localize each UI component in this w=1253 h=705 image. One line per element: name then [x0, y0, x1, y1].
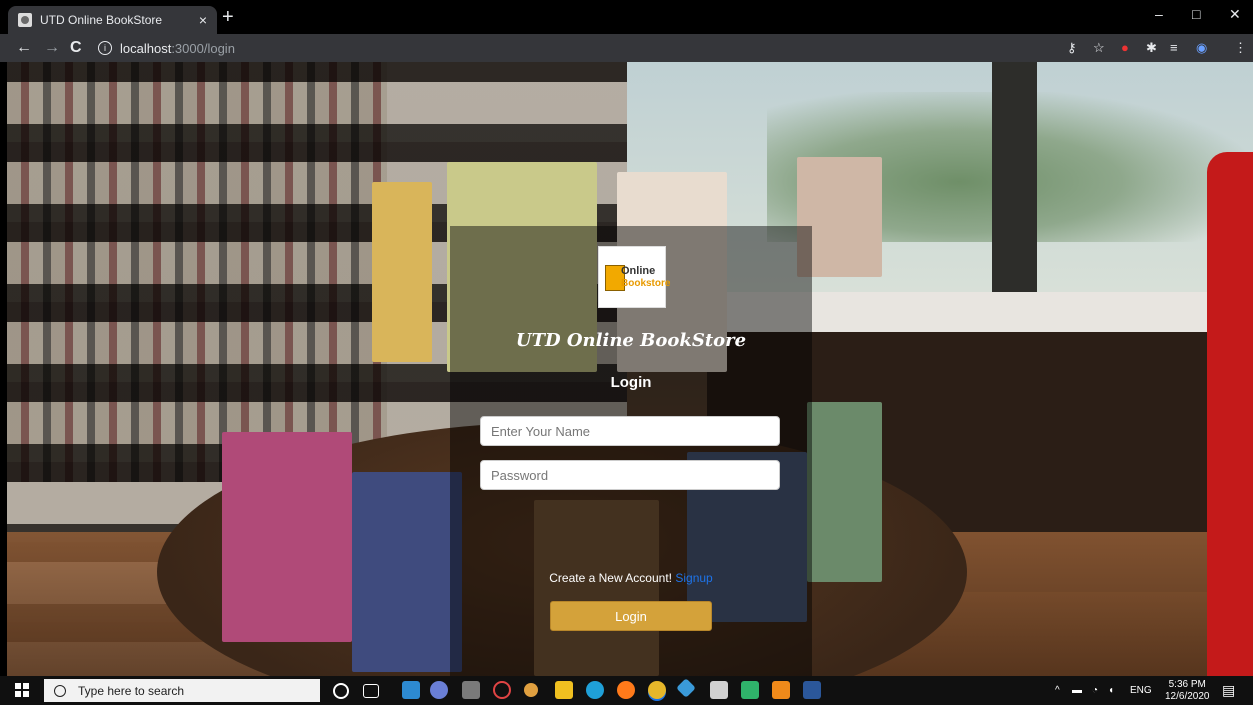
url-host: localhost [120, 40, 172, 56]
mail-icon[interactable] [402, 681, 420, 699]
page-viewport: Online Bookstore UTD Online BookStore Lo… [7, 62, 1253, 676]
minimize-icon[interactable]: – [1155, 6, 1163, 22]
tab-close-icon[interactable]: × [199, 12, 207, 28]
taskbar-clock[interactable]: 5:36 PM 12/6/2020 [1165, 679, 1210, 703]
cortana-icon[interactable] [333, 683, 349, 699]
reading-list-icon[interactable]: ≡ [1170, 40, 1178, 56]
edge-icon[interactable] [586, 681, 604, 699]
reload-icon[interactable]: C [70, 38, 82, 58]
chrome-icon[interactable] [648, 681, 666, 699]
tray-chevron-icon[interactable]: ^ [1055, 685, 1060, 696]
browser-tab-bar: UTD Online BookStore × + – □ ✕ [0, 0, 1253, 34]
login-button[interactable]: Login [550, 601, 712, 631]
extension-shield-icon[interactable]: ● [1121, 40, 1129, 56]
maximize-icon[interactable]: □ [1192, 6, 1200, 22]
file-explorer-icon[interactable] [555, 681, 573, 699]
display-book [372, 182, 432, 362]
signup-link[interactable]: Signup [675, 571, 712, 585]
background-person [1207, 152, 1253, 676]
clock-date: 12/6/2020 [1165, 691, 1210, 702]
notifications-icon[interactable]: ▤ [1222, 682, 1235, 699]
wifi-icon[interactable]: ◔ [1092, 685, 1098, 696]
taskbar-search-box[interactable]: Type here to search [44, 679, 320, 702]
menu-kebab-icon[interactable]: ⋮ [1234, 40, 1247, 56]
battery-icon[interactable]: ▬ [1072, 685, 1082, 696]
back-icon[interactable]: ← [16, 38, 32, 58]
tool-app-icon[interactable] [524, 683, 538, 697]
windows-start-icon[interactable] [15, 683, 29, 697]
vscode-icon[interactable] [676, 678, 696, 698]
word-icon[interactable] [803, 681, 821, 699]
name-input[interactable] [480, 416, 780, 446]
new-tab-icon[interactable]: + [222, 6, 234, 28]
site-info-icon[interactable]: i [98, 41, 112, 55]
brand-title: UTD Online BookStore [515, 330, 747, 351]
browser-toolbar: ← → C i localhost:3000/login [0, 34, 1253, 62]
clock-time: 5:36 PM [1168, 679, 1206, 690]
signup-prompt: Create a New Account! Signup [450, 571, 812, 585]
web-app-icon[interactable] [493, 681, 511, 699]
address-bar[interactable]: i localhost:3000/login [92, 37, 1052, 59]
forward-icon[interactable]: → [44, 38, 60, 58]
volume-icon[interactable]: ◖ [1108, 685, 1114, 696]
taskbar-search-placeholder: Type here to search [78, 683, 185, 698]
green-app-icon[interactable] [741, 681, 759, 699]
r-app-icon[interactable] [430, 681, 448, 699]
site-favicon-icon [18, 13, 32, 27]
key-icon[interactable]: ⚷ [1067, 40, 1077, 56]
url-path: :3000/login [171, 40, 235, 56]
browser-tab[interactable]: UTD Online BookStore × [8, 6, 217, 34]
tab-title: UTD Online BookStore [40, 13, 163, 27]
task-view-icon[interactable] [363, 684, 379, 698]
logo-text-line2: Bookstore [621, 278, 671, 289]
signup-prompt-text: Create a New Account! [549, 571, 672, 585]
logo-text-line1: Online [621, 265, 656, 277]
language-indicator[interactable]: ENG [1130, 685, 1152, 696]
window-close-icon[interactable]: ✕ [1229, 6, 1241, 23]
profile-avatar-icon[interactable]: ◉ [1196, 40, 1207, 56]
password-input[interactable] [480, 460, 780, 490]
background-books [7, 62, 387, 482]
sublime-icon[interactable] [772, 681, 790, 699]
bookmark-star-icon[interactable]: ☆ [1093, 40, 1105, 56]
bookstore-logo: Online Bookstore [598, 246, 670, 308]
background-pillar [992, 62, 1037, 302]
login-panel: Online Bookstore UTD Online BookStore Lo… [450, 226, 812, 676]
windows-taskbar: Type here to search ^ ▬ ◔ ◖ ENG 5:36 PM … [0, 676, 1253, 705]
display-book [352, 472, 462, 672]
keyboard-app-icon[interactable] [462, 681, 480, 699]
display-book [222, 432, 352, 642]
display-book [807, 402, 882, 582]
extensions-puzzle-icon[interactable]: ✱ [1146, 40, 1157, 56]
login-heading: Login [610, 374, 652, 391]
search-icon [54, 684, 66, 697]
terminal-icon[interactable] [710, 681, 728, 699]
firefox-icon[interactable] [617, 681, 635, 699]
